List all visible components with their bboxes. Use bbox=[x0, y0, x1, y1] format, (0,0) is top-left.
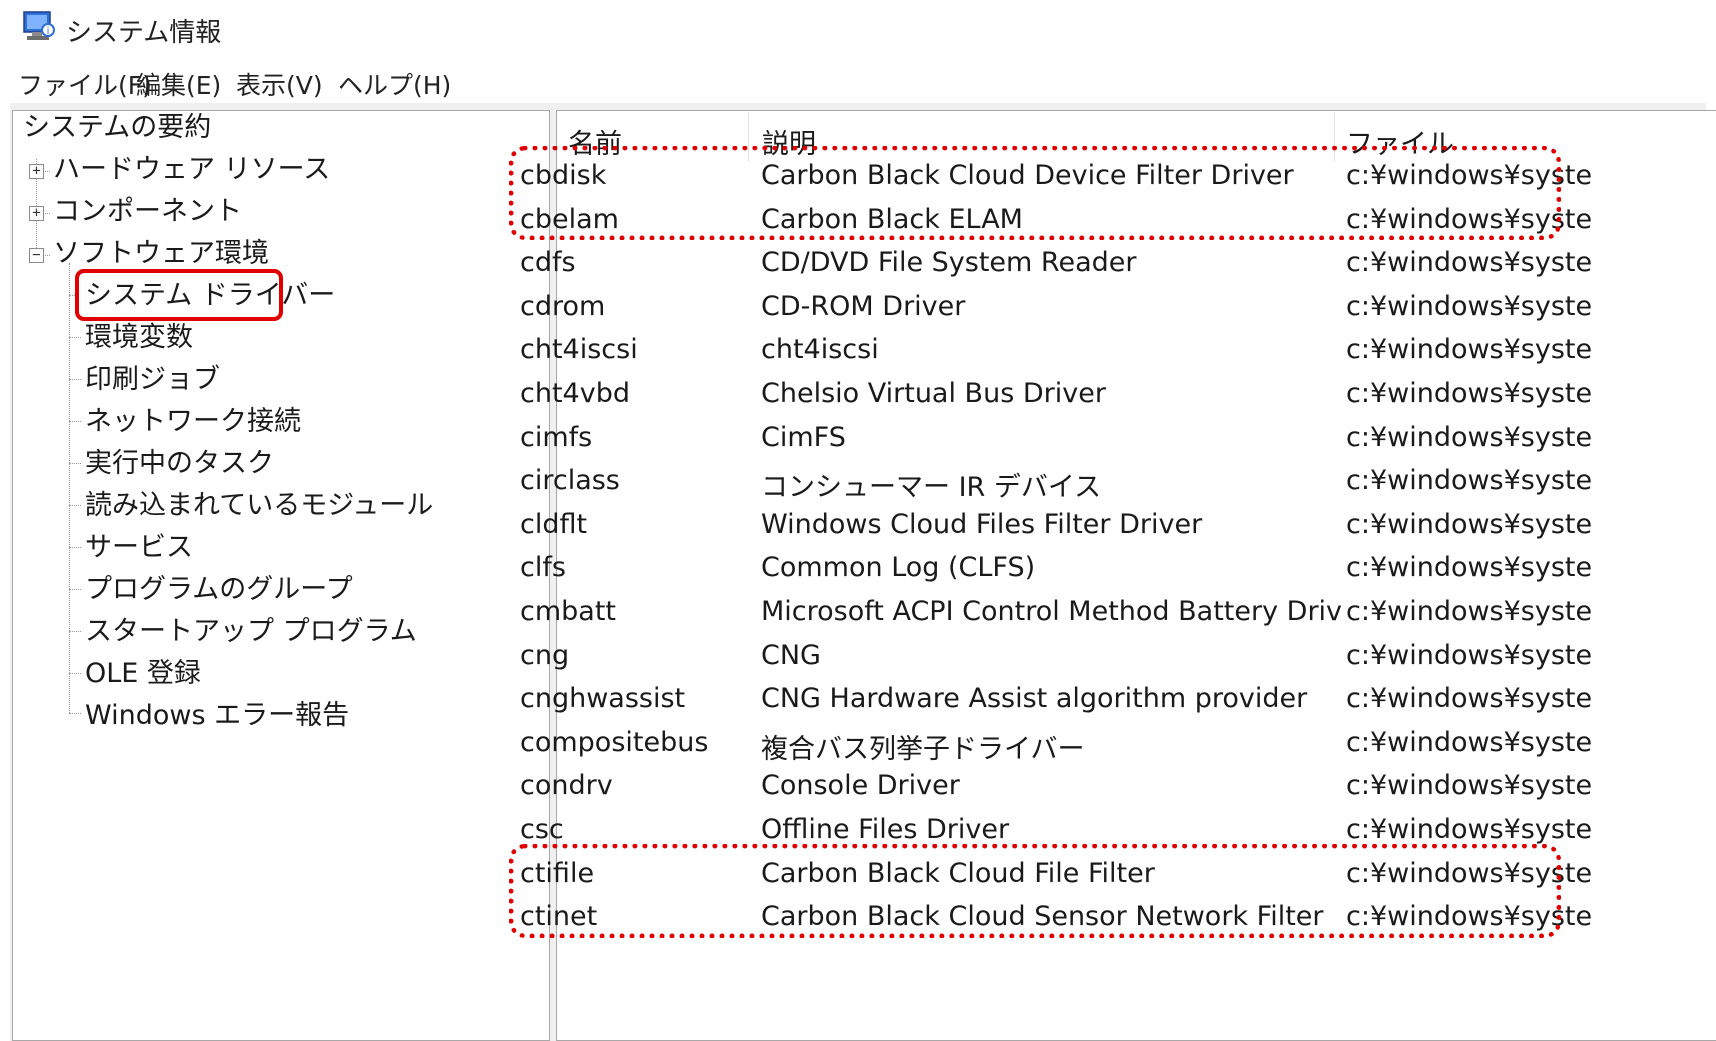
tree-line bbox=[69, 505, 81, 506]
cell-file-path: c:¥windows¥syste bbox=[1346, 290, 1593, 322]
cell-file-path: c:¥windows¥syste bbox=[1346, 683, 1593, 715]
table-row[interactable]: cht4iscsi cht4iscsi c:¥windows¥syste bbox=[520, 326, 1716, 374]
table-row[interactable]: cldflt Windows Cloud Files Filter Driver c… bbox=[520, 501, 1716, 549]
table-row[interactable]: compositebus 複合バス列挙子ドライバー c:¥windows¥syste bbox=[520, 719, 1716, 767]
tree-item-print-jobs[interactable]: 印刷ジョブ bbox=[85, 363, 220, 397]
cell-file-path: c:¥windows¥syste bbox=[1346, 247, 1593, 279]
cell-file-path: c:¥windows¥syste bbox=[1346, 770, 1593, 802]
highlight-box-cbdisk-cbelam bbox=[509, 146, 1561, 240]
tree-line bbox=[69, 713, 81, 714]
cell-file-path: c:¥windows¥syste bbox=[1346, 552, 1593, 584]
cell-description: コンシューマー IR デバイス bbox=[761, 472, 1102, 504]
cell-file-path: c:¥windows¥syste bbox=[1346, 421, 1593, 453]
table-row[interactable]: clfs Common Log (CLFS) c:¥windows¥syste bbox=[520, 544, 1716, 592]
tree-item-ole-registration[interactable]: OLE 登録 bbox=[85, 657, 201, 691]
table-row[interactable]: cimfs CimFS c:¥windows¥syste bbox=[520, 414, 1716, 462]
cell-file-path: c:¥windows¥syste bbox=[1346, 726, 1593, 758]
cell-driver-name: cimfs bbox=[520, 421, 593, 453]
tree-line bbox=[69, 421, 81, 422]
table-row[interactable]: cng CNG c:¥windows¥syste bbox=[520, 632, 1716, 680]
tree-item-software-environment[interactable]: ソフトウェア環境 bbox=[53, 237, 269, 271]
cell-driver-name: compositebus bbox=[520, 726, 709, 758]
menu-edit[interactable]: 編集(E) bbox=[136, 66, 221, 102]
cell-driver-name: csc bbox=[520, 814, 564, 845]
tree-item-services[interactable]: サービス bbox=[85, 531, 193, 565]
cell-driver-name: cng bbox=[520, 639, 570, 671]
tree-item-components[interactable]: コンポーネント bbox=[53, 195, 242, 229]
tree-item-windows-error-reporting[interactable]: Windows エラー報告 bbox=[85, 699, 349, 733]
cell-description: CNG bbox=[761, 639, 821, 671]
tree-item-network-connections[interactable]: ネットワーク接続 bbox=[85, 405, 301, 439]
cell-file-path: c:¥windows¥syste bbox=[1346, 378, 1593, 409]
tree-line bbox=[69, 589, 81, 590]
table-row[interactable]: cmbatt Microsoft ACPI Control Method Batt… bbox=[520, 588, 1716, 636]
cell-file-path: c:¥windows¥syste bbox=[1346, 508, 1593, 540]
title-bar: i システム情報 bbox=[0, 0, 1716, 56]
cell-description: CD/DVD File System Reader bbox=[761, 247, 1137, 279]
tree-line bbox=[69, 631, 81, 632]
system-information-icon: i bbox=[23, 11, 55, 40]
cell-driver-name: cdfs bbox=[520, 247, 576, 279]
cell-file-path: c:¥windows¥syste bbox=[1346, 334, 1593, 366]
tree-item-environment-variables[interactable]: 環境変数 bbox=[85, 321, 193, 355]
cell-description: Windows Cloud Files Filter Driver bbox=[761, 508, 1203, 540]
tree-line bbox=[69, 263, 70, 713]
category-tree[interactable]: システムの要約 + ハードウェア リソース + コンポーネント − ソフトウェア… bbox=[12, 110, 550, 1041]
table-row[interactable]: condrv Console Driver c:¥windows¥syste bbox=[520, 762, 1716, 810]
cell-file-path: c:¥windows¥syste bbox=[1346, 596, 1593, 627]
cell-description: Console Driver bbox=[761, 770, 960, 802]
cell-driver-name: condrv bbox=[520, 770, 613, 802]
cell-description: CimFS bbox=[761, 421, 846, 453]
selection-highlight bbox=[75, 269, 283, 321]
cell-description: cht4iscsi bbox=[761, 334, 879, 366]
expand-plus-icon[interactable]: + bbox=[29, 164, 44, 179]
cell-file-path: c:¥windows¥syste bbox=[1346, 465, 1593, 497]
cell-driver-name: cldflt bbox=[520, 508, 588, 540]
cell-file-path: c:¥windows¥syste bbox=[1346, 639, 1593, 671]
tree-line bbox=[69, 547, 81, 548]
tree-item-loaded-modules[interactable]: 読み込まれているモジュール bbox=[85, 489, 433, 523]
menu-file[interactable]: ファイル(F) bbox=[18, 66, 152, 102]
cell-file-path: c:¥windows¥syste bbox=[1346, 814, 1593, 845]
menu-help[interactable]: ヘルプ(H) bbox=[338, 66, 451, 102]
tree-line bbox=[69, 463, 81, 464]
table-row[interactable]: cht4vbd Chelsio Virtual Bus Driver c:¥wind… bbox=[520, 370, 1716, 418]
cell-driver-name: cnghwassist bbox=[520, 683, 686, 715]
cell-description: 複合バス列挙子ドライバー bbox=[761, 733, 1085, 765]
cell-description: CNG Hardware Assist algorithm provider bbox=[761, 683, 1308, 715]
tree-line bbox=[69, 337, 81, 338]
tree-item-startup-programs[interactable]: スタートアップ プログラム bbox=[85, 615, 417, 649]
tree-item-program-groups[interactable]: プログラムのグループ bbox=[85, 573, 353, 607]
cell-driver-name: cht4iscsi bbox=[520, 334, 638, 366]
cell-driver-name: cht4vbd bbox=[520, 378, 630, 409]
table-row[interactable]: cdfs CD/DVD File System Reader c:¥windows¥… bbox=[520, 239, 1716, 287]
tree-item-running-tasks[interactable]: 実行中のタスク bbox=[85, 447, 274, 481]
menu-view[interactable]: 表示(V) bbox=[236, 66, 323, 102]
tree-item-system-summary[interactable]: システムの要約 bbox=[23, 111, 211, 145]
table-row[interactable]: cnghwassist CNG Hardware Assist algorithm… bbox=[520, 675, 1716, 723]
cell-description: Microsoft ACPI Control Method Battery Dr… bbox=[761, 596, 1341, 627]
cell-description: Offline Files Driver bbox=[761, 814, 1010, 845]
expand-plus-icon[interactable]: + bbox=[29, 206, 44, 221]
table-row[interactable]: circlass コンシューマー IR デバイス c:¥windows¥syste bbox=[520, 457, 1716, 505]
cell-driver-name: cdrom bbox=[520, 290, 606, 322]
cell-description: Common Log (CLFS) bbox=[761, 552, 1036, 584]
tree-line bbox=[69, 379, 81, 380]
collapse-minus-icon[interactable]: − bbox=[29, 248, 44, 263]
cell-driver-name: cmbatt bbox=[520, 596, 617, 627]
svg-text:i: i bbox=[47, 26, 50, 37]
tree-item-hardware-resources[interactable]: ハードウェア リソース bbox=[53, 153, 330, 187]
highlight-box-ctifile-ctinet bbox=[509, 844, 1561, 938]
cell-description: Chelsio Virtual Bus Driver bbox=[761, 378, 1106, 409]
cell-description: CD-ROM Driver bbox=[761, 290, 966, 322]
menu-bar: ファイル(F) 編集(E) 表示(V) ヘルプ(H) bbox=[0, 60, 1716, 104]
table-row[interactable]: cdrom CD-ROM Driver c:¥windows¥syste bbox=[520, 283, 1716, 331]
tree-line bbox=[69, 673, 81, 674]
cell-driver-name: circlass bbox=[520, 465, 620, 497]
cell-driver-name: clfs bbox=[520, 552, 566, 584]
window-title: システム情報 bbox=[66, 18, 222, 48]
